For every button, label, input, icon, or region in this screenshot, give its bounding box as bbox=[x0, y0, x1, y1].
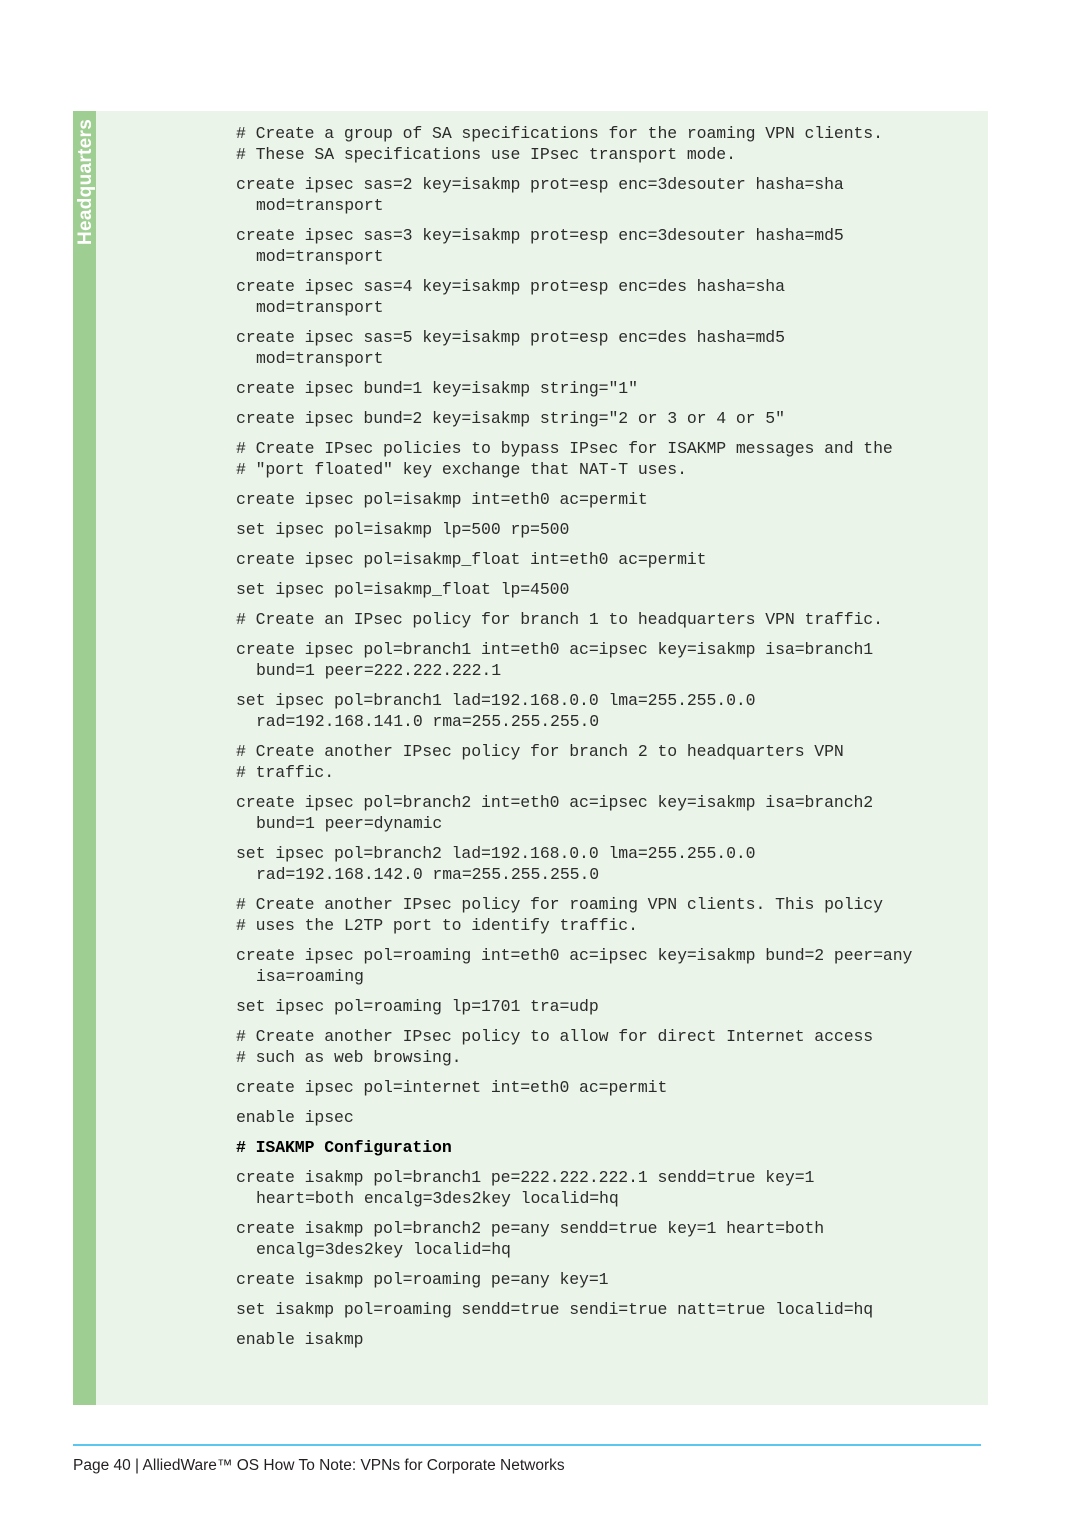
code-block: create ipsec sas=3 key=isakmp prot=esp e… bbox=[236, 225, 974, 267]
code-block: enable ipsec bbox=[236, 1107, 974, 1128]
code-line: create ipsec bund=2 key=isakmp string="2… bbox=[236, 409, 785, 428]
code-line: mod=transport bbox=[256, 196, 384, 215]
code-line: # uses the L2TP port to identify traffic… bbox=[236, 916, 638, 935]
code-line: # Create an IPsec policy for branch 1 to… bbox=[236, 610, 883, 629]
configuration-code-panel: Headquarters # Create a group of SA spec… bbox=[73, 111, 988, 1405]
code-line: # Create another IPsec policy for roamin… bbox=[236, 895, 883, 914]
code-block: # Create an IPsec policy for branch 1 to… bbox=[236, 609, 974, 630]
code-line: rad=192.168.142.0 rma=255.255.255.0 bbox=[256, 865, 600, 884]
code-line: mod=transport bbox=[256, 349, 384, 368]
code-block: create ipsec bund=2 key=isakmp string="2… bbox=[236, 408, 974, 429]
code-line: encalg=3des2key localid=hq bbox=[256, 1240, 511, 1259]
code-block: # Create another IPsec policy for roamin… bbox=[236, 894, 974, 936]
code-line: create ipsec sas=3 key=isakmp prot=esp e… bbox=[236, 226, 844, 245]
code-block: set ipsec pol=branch2 lad=192.168.0.0 lm… bbox=[236, 843, 974, 885]
code-line: # Create IPsec policies to bypass IPsec … bbox=[236, 439, 893, 458]
code-block: set isakmp pol=roaming sendd=true sendi=… bbox=[236, 1299, 974, 1320]
code-line: set ipsec pol=branch1 lad=192.168.0.0 lm… bbox=[236, 691, 756, 710]
code-line: create ipsec pol=isakmp int=eth0 ac=perm… bbox=[236, 490, 648, 509]
code-line: create ipsec pol=branch1 int=eth0 ac=ips… bbox=[236, 640, 874, 659]
section-side-tab: Headquarters bbox=[73, 111, 96, 1405]
code-line: # Create another IPsec policy to allow f… bbox=[236, 1027, 874, 1046]
code-block: set ipsec pol=isakmp_float lp=4500 bbox=[236, 579, 974, 600]
page-footer: Page 40 | AlliedWare™ OS How To Note: VP… bbox=[73, 1444, 981, 1475]
code-block: set ipsec pol=branch1 lad=192.168.0.0 lm… bbox=[236, 690, 974, 732]
code-block: create ipsec pol=branch2 int=eth0 ac=ips… bbox=[236, 792, 974, 834]
code-block: enable isakmp bbox=[236, 1329, 974, 1350]
code-line: create ipsec sas=2 key=isakmp prot=esp e… bbox=[236, 175, 844, 194]
code-section-heading: # ISAKMP Configuration bbox=[236, 1138, 452, 1157]
code-line: set ipsec pol=branch2 lad=192.168.0.0 lm… bbox=[236, 844, 756, 863]
footer-divider bbox=[73, 1444, 981, 1446]
code-block: create ipsec sas=2 key=isakmp prot=esp e… bbox=[236, 174, 974, 216]
code-line: enable ipsec bbox=[236, 1108, 354, 1127]
code-line: create ipsec sas=5 key=isakmp prot=esp e… bbox=[236, 328, 785, 347]
code-line: # traffic. bbox=[236, 763, 335, 782]
code-line: set ipsec pol=isakmp_float lp=4500 bbox=[236, 580, 570, 599]
code-block: create ipsec pol=branch1 int=eth0 ac=ips… bbox=[236, 639, 974, 681]
code-line: create ipsec pol=internet int=eth0 ac=pe… bbox=[236, 1078, 668, 1097]
code-line: isa=roaming bbox=[256, 967, 364, 986]
code-line: create ipsec pol=branch2 int=eth0 ac=ips… bbox=[236, 793, 874, 812]
code-line: bund=1 peer=dynamic bbox=[256, 814, 443, 833]
code-block: create isakmp pol=roaming pe=any key=1 bbox=[236, 1269, 974, 1290]
code-block: create ipsec sas=4 key=isakmp prot=esp e… bbox=[236, 276, 974, 318]
code-block: create ipsec pol=isakmp int=eth0 ac=perm… bbox=[236, 489, 974, 510]
code-block: # Create another IPsec policy for branch… bbox=[236, 741, 974, 783]
code-line: set ipsec pol=isakmp lp=500 rp=500 bbox=[236, 520, 570, 539]
code-block: create ipsec pol=internet int=eth0 ac=pe… bbox=[236, 1077, 974, 1098]
code-line: create ipsec sas=4 key=isakmp prot=esp e… bbox=[236, 277, 785, 296]
code-line: bund=1 peer=222.222.222.1 bbox=[256, 661, 502, 680]
code-line: create isakmp pol=branch2 pe=any sendd=t… bbox=[236, 1219, 825, 1238]
code-line: # These SA specifications use IPsec tran… bbox=[236, 145, 736, 164]
code-line: create ipsec bund=1 key=isakmp string="1… bbox=[236, 379, 638, 398]
code-line: # Create another IPsec policy for branch… bbox=[236, 742, 844, 761]
code-line: mod=transport bbox=[256, 247, 384, 266]
footer-text: Page 40 | AlliedWare™ OS How To Note: VP… bbox=[73, 1457, 565, 1474]
code-line: set ipsec pol=roaming lp=1701 tra=udp bbox=[236, 997, 599, 1016]
code-line: create ipsec pol=isakmp_float int=eth0 a… bbox=[236, 550, 707, 569]
code-line: rad=192.168.141.0 rma=255.255.255.0 bbox=[256, 712, 600, 731]
code-block: create ipsec pol=roaming int=eth0 ac=ips… bbox=[236, 945, 974, 987]
code-line: set isakmp pol=roaming sendd=true sendi=… bbox=[236, 1300, 874, 1319]
code-listing: # Create a group of SA specifications fo… bbox=[96, 111, 988, 1405]
section-side-tab-label: Headquarters bbox=[75, 118, 96, 245]
code-block: create ipsec sas=5 key=isakmp prot=esp e… bbox=[236, 327, 974, 369]
code-line: heart=both encalg=3des2key localid=hq bbox=[256, 1189, 619, 1208]
code-block: # Create IPsec policies to bypass IPsec … bbox=[236, 438, 974, 480]
code-line: create isakmp pol=branch1 pe=222.222.222… bbox=[236, 1168, 815, 1187]
code-line: # such as web browsing. bbox=[236, 1048, 462, 1067]
code-line: enable isakmp bbox=[236, 1330, 364, 1349]
code-block: # Create a group of SA specifications fo… bbox=[236, 123, 974, 165]
code-block: create isakmp pol=branch2 pe=any sendd=t… bbox=[236, 1218, 974, 1260]
code-line: create isakmp pol=roaming pe=any key=1 bbox=[236, 1270, 609, 1289]
code-block: # Create another IPsec policy to allow f… bbox=[236, 1026, 974, 1068]
code-block: create ipsec bund=1 key=isakmp string="1… bbox=[236, 378, 974, 399]
code-line: create ipsec pol=roaming int=eth0 ac=ips… bbox=[236, 946, 913, 965]
code-line: # Create a group of SA specifications fo… bbox=[236, 124, 883, 143]
code-line: # "port floated" key exchange that NAT-T… bbox=[236, 460, 687, 479]
code-line: mod=transport bbox=[256, 298, 384, 317]
code-block: create ipsec pol=isakmp_float int=eth0 a… bbox=[236, 549, 974, 570]
code-block: # ISAKMP Configuration bbox=[236, 1137, 974, 1158]
code-block: set ipsec pol=isakmp lp=500 rp=500 bbox=[236, 519, 974, 540]
code-block: create isakmp pol=branch1 pe=222.222.222… bbox=[236, 1167, 974, 1209]
code-block: set ipsec pol=roaming lp=1701 tra=udp bbox=[236, 996, 974, 1017]
